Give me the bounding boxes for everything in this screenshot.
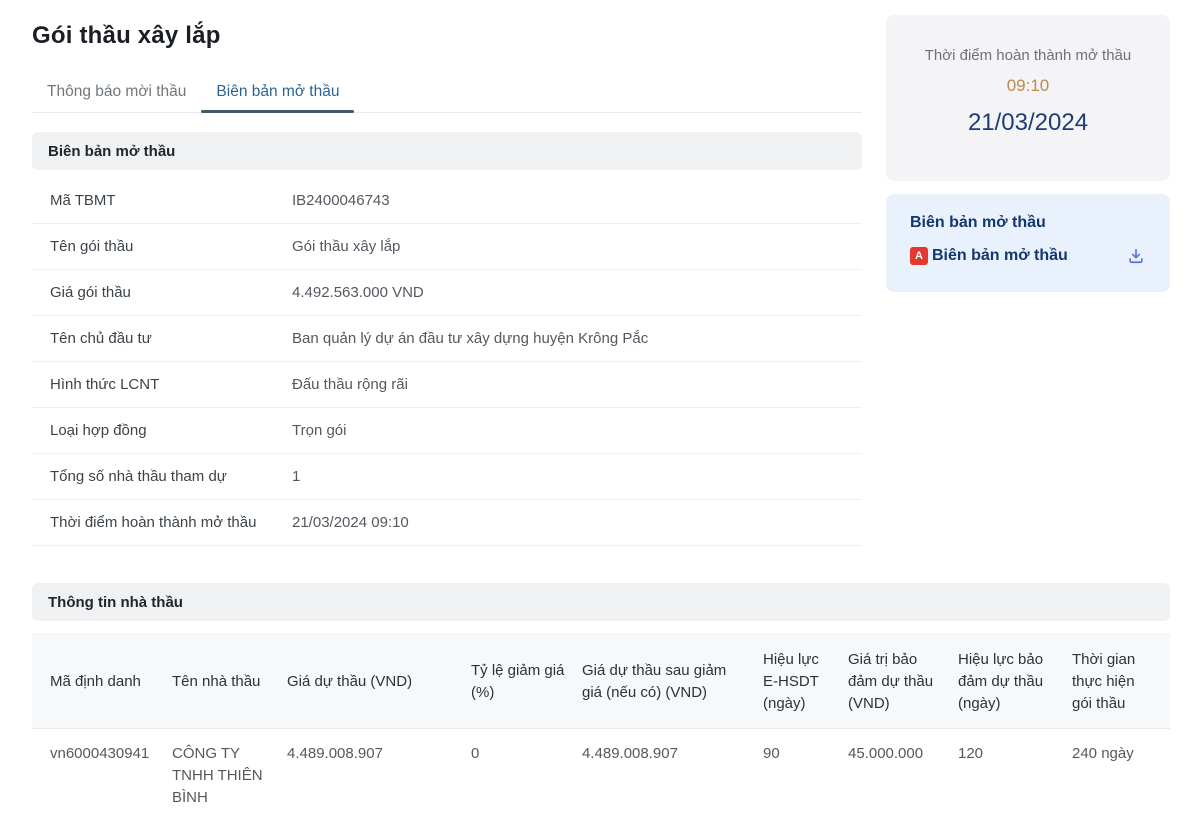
column-header-ty-le-giam-gia: Tỷ lệ giảm giá (%) bbox=[471, 633, 582, 730]
cell-gia-sau-giam-gia: 4.489.008.907 bbox=[582, 745, 678, 763]
detail-value: 21/03/2024 09:10 bbox=[292, 514, 409, 531]
cell-gia-tri-bao-dam: 45.000.000 bbox=[848, 745, 924, 763]
cell-hieu-luc-ehsdt: 90 bbox=[763, 745, 780, 763]
column-header-gia-sau-giam-gia: Giá dự thầu sau giảm giá (nếu có) (VND) bbox=[582, 633, 763, 730]
detail-value: Đấu thầu rộng rãi bbox=[292, 376, 408, 393]
detail-row-ten-goi-thau: Tên gói thầu Gói thầu xây lắp bbox=[32, 224, 862, 270]
detail-row-hinh-thuc-lcnt: Hình thức LCNT Đấu thầu rộng rãi bbox=[32, 362, 862, 408]
table-header-row: Mã định danh Tên nhà thầu Giá dự thầu (V… bbox=[32, 633, 1170, 730]
detail-list: Mã TBMT IB2400046743 Tên gói thầu Gói th… bbox=[32, 178, 862, 546]
completion-time-card: Thời điểm hoàn thành mở thầu 09:10 21/03… bbox=[886, 15, 1170, 181]
cell-hieu-luc-bao-dam: 120 bbox=[958, 745, 984, 763]
detail-value: IB2400046743 bbox=[292, 192, 390, 209]
record-file-link[interactable]: Biên bản mở thầu bbox=[932, 247, 1068, 265]
column-header-hieu-luc-bao-dam: Hiệu lực bảo đảm dự thầu (ngày) bbox=[958, 633, 1072, 730]
column-header-hieu-luc-ehsdt: Hiệu lực E-HSDT (ngày) bbox=[763, 633, 848, 730]
page-title: Gói thầu xây lắp bbox=[32, 22, 221, 49]
record-download-card: Biên bản mở thầu A Biên bản mở thầu bbox=[886, 194, 1170, 292]
record-card-title: Biên bản mở thầu bbox=[910, 214, 1046, 231]
detail-label: Tên gói thầu bbox=[50, 238, 134, 255]
detail-label: Loại hợp đồng bbox=[50, 422, 147, 439]
detail-value: Trọn gói bbox=[292, 422, 347, 439]
cell-ty-le-giam-gia: 0 bbox=[471, 745, 480, 763]
column-header-thoi-gian-thuc-hien: Thời gian thực hiện gói thầu bbox=[1072, 633, 1170, 730]
section-header-thong-tin-nha-thau: Thông tin nhà thầu bbox=[32, 583, 1170, 621]
record-file-row: A Biên bản mở thầu bbox=[910, 246, 1146, 266]
completion-time-value: 09:10 bbox=[1006, 76, 1050, 95]
column-header-ten-nha-thau: Tên nhà thầu bbox=[172, 633, 287, 730]
detail-row-ten-chu-dau-tu: Tên chủ đầu tư Ban quản lý dự án đầu tư … bbox=[32, 316, 862, 362]
detail-label: Tên chủ đầu tư bbox=[50, 330, 152, 347]
detail-label: Giá gói thầu bbox=[50, 284, 131, 301]
detail-label: Hình thức LCNT bbox=[50, 376, 160, 393]
completion-time-label: Thời điểm hoàn thành mở thầu bbox=[924, 47, 1132, 64]
detail-label: Mã TBMT bbox=[50, 192, 116, 209]
bid-package-page: Gói thầu xây lắp Thông báo mời thầu Biên… bbox=[0, 0, 1200, 819]
detail-row-tong-so-nha-thau: Tổng số nhà thầu tham dự 1 bbox=[32, 454, 862, 500]
pdf-file-icon: A bbox=[910, 247, 928, 265]
table-row: vn6000430941 CÔNG TY TNHH THIÊN BÌNH 4.4… bbox=[32, 729, 1170, 819]
column-header-gia-tri-bao-dam: Giá trị bảo đảm dự thầu (VND) bbox=[848, 633, 958, 730]
detail-value: Ban quản lý dự án đầu tư xây dựng huyện … bbox=[292, 330, 649, 347]
tab-thong-bao-moi-thau[interactable]: Thông báo mời thầu bbox=[32, 77, 201, 112]
completion-date-value: 21/03/2024 bbox=[967, 109, 1089, 136]
section-header-bien-ban-mo-thau: Biên bản mở thầu bbox=[32, 132, 862, 170]
contractor-table: Mã định danh Tên nhà thầu Giá dự thầu (V… bbox=[32, 633, 1170, 819]
contractor-section: Thông tin nhà thầu Mã định danh Tên nhà … bbox=[32, 583, 1170, 819]
detail-value: Gói thầu xây lắp bbox=[292, 238, 401, 255]
tab-bien-ban-mo-thau[interactable]: Biên bản mở thầu bbox=[201, 77, 355, 113]
detail-value: 1 bbox=[292, 468, 301, 485]
tab-bar: Thông báo mời thầu Biên bản mở thầu bbox=[32, 77, 862, 113]
right-sidebar: Thời điểm hoàn thành mở thầu 09:10 21/03… bbox=[886, 0, 1170, 292]
cell-ma-dinh-danh: vn6000430941 bbox=[50, 745, 150, 763]
cell-gia-du-thau: 4.489.008.907 bbox=[287, 745, 383, 763]
column-header-ma-dinh-danh: Mã định danh bbox=[32, 633, 172, 730]
cell-ten-nha-thau: CÔNG TY TNHH THIÊN BÌNH bbox=[172, 745, 263, 806]
detail-row-ma-tbmt: Mã TBMT IB2400046743 bbox=[32, 178, 862, 224]
column-header-gia-du-thau: Giá dự thầu (VND) bbox=[287, 633, 471, 730]
detail-label: Tổng số nhà thầu tham dự bbox=[50, 468, 227, 485]
detail-row-loai-hop-dong: Loại hợp đồng Trọn gói bbox=[32, 408, 862, 454]
detail-row-thoi-diem-mo-thau: Thời điểm hoàn thành mở thầu 21/03/2024 … bbox=[32, 500, 862, 546]
detail-row-gia-goi-thau: Giá gói thầu 4.492.563.000 VND bbox=[32, 270, 862, 316]
detail-value: 4.492.563.000 VND bbox=[292, 284, 424, 301]
download-icon[interactable] bbox=[1126, 246, 1146, 266]
detail-label: Thời điểm hoàn thành mở thầu bbox=[50, 514, 257, 531]
cell-thoi-gian-thuc-hien: 240 ngày bbox=[1072, 745, 1134, 763]
